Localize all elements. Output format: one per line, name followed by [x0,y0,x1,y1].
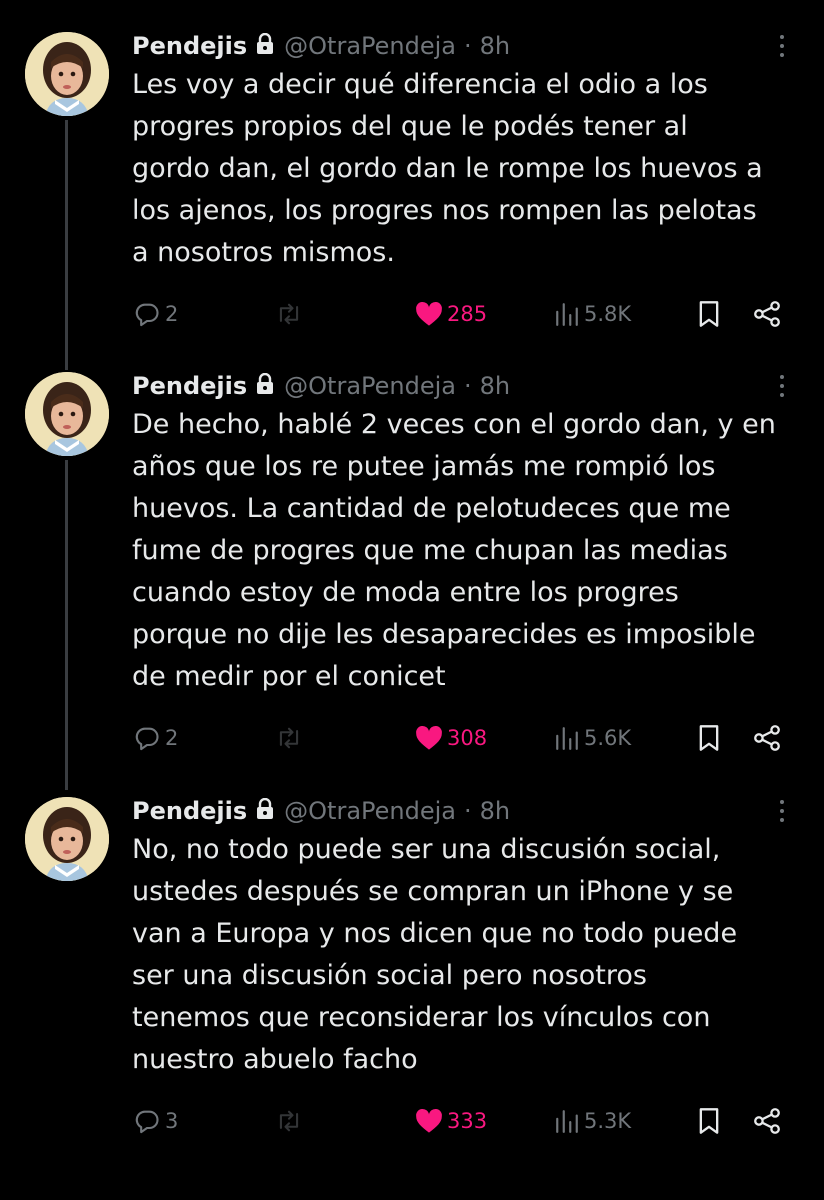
repost-icon [274,1107,304,1135]
display-name[interactable]: Pendejis [132,372,247,400]
views-count: 5.6K [584,726,632,750]
bookmark-button[interactable] [697,1103,721,1139]
action-bar: 2 285 5.8K [0,296,824,332]
separator-dot: · [464,32,472,60]
tweet-text-line: van a Europa y nos dicen que no todo pue… [132,918,738,949]
tweet-text-line: ustedes después se compran un iPhone y s… [132,876,734,907]
action-bar: 2 308 5.6K [0,720,824,756]
avatar[interactable] [25,797,109,881]
views-button[interactable]: 5.3K [554,1103,631,1139]
bookmark-button[interactable] [697,296,721,332]
like-button[interactable]: 285 [415,296,487,332]
share-button[interactable] [752,1103,782,1139]
repost-icon [274,300,304,328]
tweet-text-line: cuando estoy de moda entre los progres [132,577,679,608]
reply-icon [133,1107,161,1135]
reply-icon [133,724,161,752]
more-options-icon[interactable] [772,30,792,62]
tweet-text-line: años que los re putee jamás me rompió lo… [132,451,716,482]
reply-icon [133,300,161,328]
tweet-text-line: a nosotros mismos. [132,237,395,268]
repost-button[interactable] [274,1103,304,1139]
like-button[interactable]: 308 [415,720,487,756]
avatar[interactable] [25,32,109,116]
handle[interactable]: @OtraPendeja [284,797,456,825]
bookmark-icon [697,724,721,752]
views-count: 5.3K [584,1109,632,1133]
like-count: 333 [447,1109,488,1133]
tweet-text-line: No, no todo puede ser una discusión soci… [132,834,721,865]
avatar[interactable] [25,372,109,456]
lock-icon [256,797,274,825]
timestamp[interactable]: 8h [480,797,510,825]
share-button[interactable] [752,296,782,332]
reply-count: 2 [165,302,179,326]
action-bar: 3 333 5.3K [0,1103,824,1139]
share-icon [752,1107,782,1135]
reply-count: 2 [165,726,179,750]
tweet-text-line: gordo dan, el gordo dan le rompe los hue… [132,153,763,184]
reply-button[interactable]: 3 [133,1103,178,1139]
display-name[interactable]: Pendejis [132,32,247,60]
views-icon [554,725,580,751]
heart-icon [415,725,443,751]
display-name[interactable]: Pendejis [132,797,247,825]
lock-icon [256,372,274,400]
tweet-text-line: los ajenos, los progres nos rompen las p… [132,195,757,226]
repost-icon [274,724,304,752]
tweet-text-line: huevos. La cantidad de pelotudeces que m… [132,493,731,524]
separator-dot: · [464,372,472,400]
tweet-text-line: Les voy a decir qué diferencia el odio a… [132,69,708,100]
bookmark-icon [697,300,721,328]
more-options-icon[interactable] [772,370,792,402]
thread-connector-line [65,120,68,370]
share-button[interactable] [752,720,782,756]
share-icon [752,300,782,328]
timestamp[interactable]: 8h [480,32,510,60]
heart-icon [415,301,443,327]
views-icon [554,1108,580,1134]
views-button[interactable]: 5.8K [554,296,631,332]
tweet-text-line: progres propios del que le podés tener a… [132,111,688,142]
views-icon [554,301,580,327]
separator-dot: · [464,797,472,825]
like-count: 308 [447,726,488,750]
reply-button[interactable]: 2 [133,720,178,756]
like-count: 285 [447,302,488,326]
tweet-text: Les voy a decir qué diferencia el odio a… [132,64,804,274]
more-options-icon[interactable] [772,795,792,827]
tweet-text-line: fume de progres que me chupan las medias [132,535,728,566]
like-button[interactable]: 333 [415,1103,487,1139]
tweet-text-line: nuestro abuelo facho [132,1044,418,1075]
tweet-text-line: De hecho, hablé 2 veces con el gordo dan… [132,409,776,440]
handle[interactable]: @OtraPendeja [284,32,456,60]
handle[interactable]: @OtraPendeja [284,372,456,400]
views-button[interactable]: 5.6K [554,720,631,756]
tweet-text-line: ser una discusión social pero nosotros [132,960,647,991]
share-icon [752,724,782,752]
lock-icon [256,32,274,60]
repost-button[interactable] [274,296,304,332]
reply-count: 3 [165,1109,179,1133]
tweet-text: De hecho, hablé 2 veces con el gordo dan… [132,404,804,698]
tweet-text-line: porque no dije les desaparecides es impo… [132,619,756,650]
tweet-text: No, no todo puede ser una discusión soci… [132,829,804,1081]
reply-button[interactable]: 2 [133,296,178,332]
tweet-text-line: tenemos que reconsiderar los vínculos co… [132,1002,711,1033]
bookmark-button[interactable] [697,720,721,756]
bookmark-icon [697,1107,721,1135]
tweet-text-line: de medir por el conicet [132,661,446,692]
repost-button[interactable] [274,720,304,756]
views-count: 5.8K [584,302,632,326]
heart-icon [415,1108,443,1134]
timestamp[interactable]: 8h [480,372,510,400]
